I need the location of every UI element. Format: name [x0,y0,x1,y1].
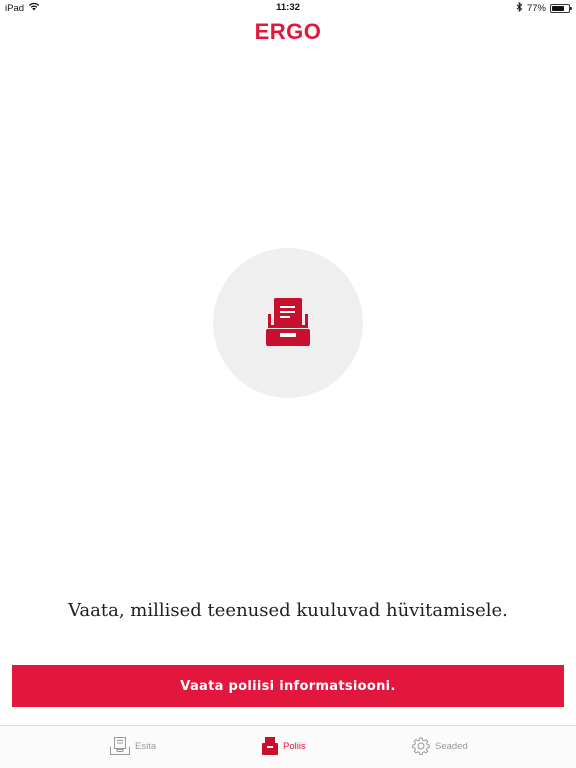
document-tray-icon [266,298,310,346]
status-time: 11:32 [276,2,300,13]
tab-poliis[interactable]: Poliis [262,735,306,757]
tab-esita-label: Esita [135,740,157,752]
tab-seaded-label: Seaded [435,740,468,752]
tab-bar: Esita Poliis Seaded [0,725,576,768]
tab-poliis-label: Poliis [283,740,306,752]
view-policy-info-button[interactable]: Vaata poliisi informatsiooni. [12,665,564,707]
battery-percent: 77% [526,3,546,14]
status-right: 77% [516,1,572,15]
ergo-logo: ERGO [254,19,322,44]
info-message: Vaata, millised teenused kuuluvad hüvita… [68,600,508,621]
status-bar: iPad 11:32 77% [0,0,576,16]
gear-icon [412,737,430,755]
battery-icon [550,4,572,13]
illustration-circle [213,248,363,398]
bluetooth-icon [516,1,523,15]
tab-seaded[interactable]: Seaded [412,735,468,757]
submit-tray-icon [110,737,130,755]
battery-level [552,6,565,11]
policy-box-icon [262,737,278,755]
tab-esita[interactable]: Esita [110,735,156,757]
